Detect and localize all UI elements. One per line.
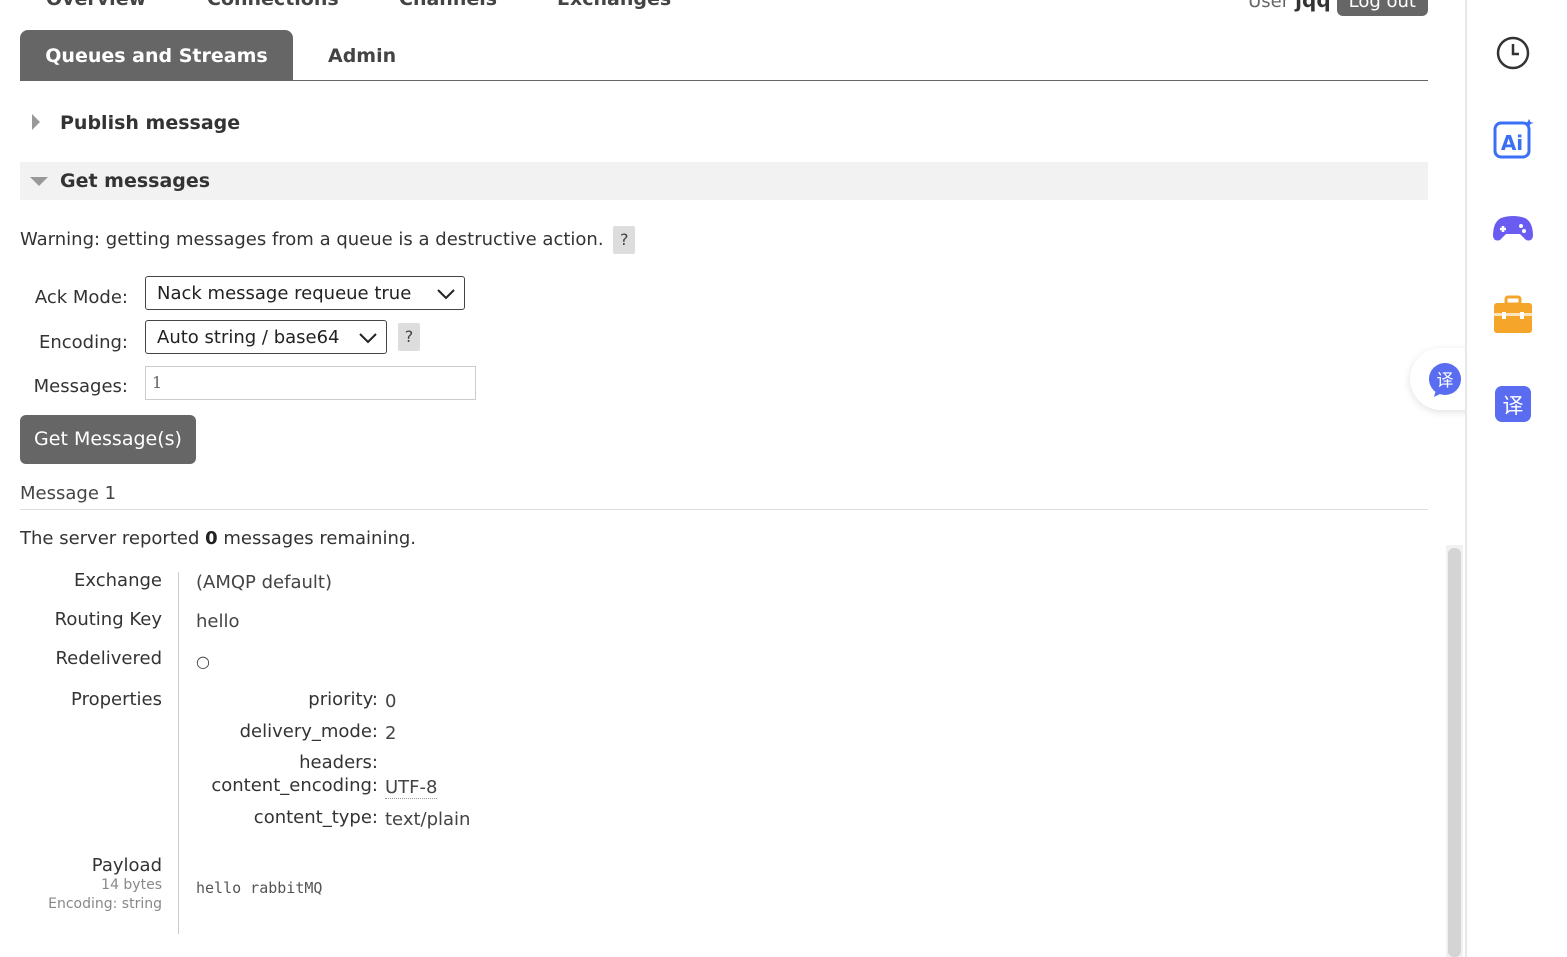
user-name: jqq	[1295, 0, 1331, 12]
ai-icon[interactable]: Ai	[1491, 117, 1535, 161]
tab-admin[interactable]: Admin	[328, 30, 396, 81]
messages-count-label: Messages:	[33, 376, 128, 397]
tab-exchanges[interactable]: Exchanges	[557, 0, 671, 10]
payload-encoding: Encoding: string	[48, 896, 162, 912]
server-suffix: messages remaining.	[223, 528, 416, 549]
tab-queues-and-streams[interactable]: Queues and Streams	[20, 30, 293, 81]
server-prefix: The server reported	[20, 528, 200, 549]
payload-bytes: 14 bytes	[101, 877, 162, 893]
main-content: Overview Connections Channels Exchanges …	[0, 0, 1465, 957]
translate-icon[interactable]: 译	[1491, 382, 1535, 426]
exchange-value: (AMQP default)	[196, 572, 332, 593]
redelivered-value: ○	[196, 652, 210, 671]
encoding-value: Auto string / base64	[157, 327, 340, 348]
content-encoding-key: content_encoding:	[211, 775, 378, 796]
ack-mode-value: Nack message requeue true	[157, 283, 412, 304]
tab-connections[interactable]: Connections	[207, 0, 339, 10]
clock-icon[interactable]	[1491, 31, 1535, 75]
destructive-warning: Warning: getting messages from a queue i…	[20, 226, 636, 254]
tab-overview[interactable]: Overview	[46, 0, 146, 10]
translate-bubble-icon: 译	[1429, 363, 1461, 397]
payload-label: Payload	[91, 855, 162, 876]
ai-icon-text: Ai	[1501, 131, 1523, 155]
warning-text: Warning: getting messages from a queue i…	[20, 229, 604, 250]
encoding-label: Encoding:	[38, 332, 128, 353]
scrollbar-thumb[interactable]	[1448, 548, 1461, 957]
tab-channels[interactable]: Channels	[399, 0, 497, 10]
remaining-count: 0	[205, 528, 218, 549]
server-remaining-line: The server reported 0 messages remaining…	[20, 528, 416, 549]
get-messages-section[interactable]: Get messages	[20, 162, 1428, 200]
priority-key: priority:	[308, 689, 378, 710]
routing-key-label: Routing Key	[54, 609, 162, 630]
user-area: User jqq Log out	[1248, 0, 1428, 16]
toolbox-icon[interactable]	[1491, 293, 1535, 337]
user-label: User	[1248, 0, 1290, 12]
delivery-mode-key: delivery_mode:	[239, 721, 378, 742]
logout-button[interactable]: Log out	[1336, 0, 1428, 16]
routing-key-value: hello	[196, 611, 240, 632]
details-divider	[178, 572, 179, 934]
ack-mode-select[interactable]: Nack message requeue true	[145, 276, 465, 310]
gamepad-icon[interactable]	[1491, 206, 1535, 250]
encoding-select[interactable]: Auto string / base64	[145, 320, 387, 354]
properties-label: Properties	[71, 689, 162, 710]
headers-key: headers:	[299, 752, 378, 773]
delivery-mode-value: 2	[385, 723, 397, 744]
exchange-label: Exchange	[74, 570, 162, 591]
expanded-triangle-icon	[30, 162, 50, 215]
chevron-down-icon	[359, 333, 377, 344]
get-messages-heading: Get messages	[60, 170, 211, 192]
payload-value: hello rabbitMQ	[196, 879, 323, 897]
messages-count-input[interactable]: 1	[145, 366, 476, 400]
priority-value: 0	[385, 691, 397, 712]
collapsed-triangle-icon	[30, 104, 42, 157]
publish-message-section[interactable]: Publish message	[20, 104, 1428, 142]
chevron-down-icon	[437, 289, 455, 300]
content-type-value: text/plain	[385, 809, 471, 830]
warning-help-button[interactable]: ?	[613, 226, 636, 254]
encoding-help-button[interactable]: ?	[398, 323, 420, 351]
content-encoding-value: UTF-8	[385, 777, 438, 799]
content-type-key: content_type:	[253, 807, 378, 828]
translate-icon-glyph: 译	[1503, 394, 1524, 418]
redelivered-label: Redelivered	[55, 648, 162, 669]
get-messages-button[interactable]: Get Message(s)	[20, 415, 196, 464]
translate-bubble-glyph: 译	[1437, 371, 1454, 391]
publish-message-heading: Publish message	[60, 112, 241, 134]
ack-mode-label: Ack Mode:	[34, 287, 128, 308]
message-title: Message 1	[20, 483, 1428, 510]
top-nav-row2: Queues and Streams Admin	[20, 30, 1428, 81]
